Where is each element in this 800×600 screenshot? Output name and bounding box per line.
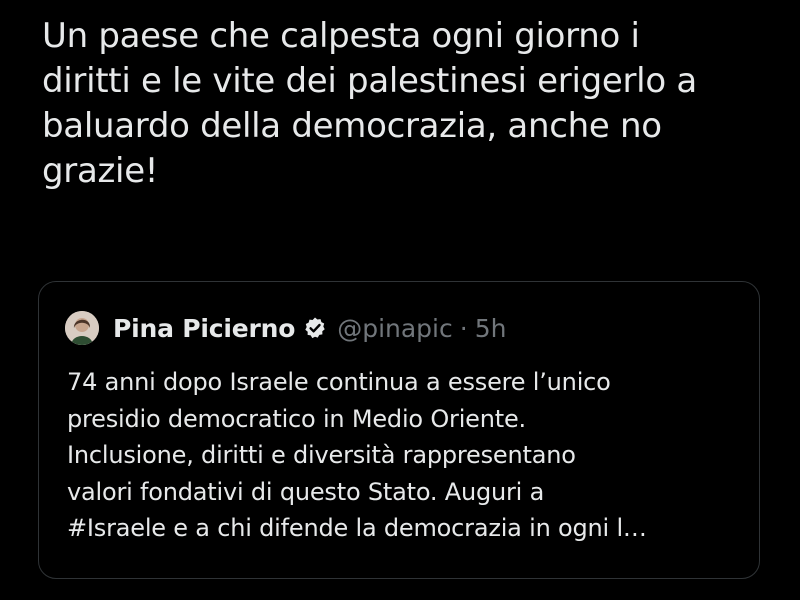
- avatar[interactable]: [65, 311, 99, 345]
- quoted-tweet-text: 74 anni dopo Israele continua a essere l…: [67, 368, 647, 542]
- quoted-tweet-header: Pina Picierno @pinapic · 5h: [65, 308, 506, 348]
- meta-separator: ·: [459, 313, 468, 343]
- quoted-tweet-card[interactable]: Pina Picierno @pinapic · 5h 74 anni dopo…: [38, 281, 760, 579]
- author-name[interactable]: Pina Picierno: [113, 314, 295, 343]
- author-handle[interactable]: @pinapic: [337, 314, 453, 343]
- tweet-text: Un paese che calpesta ogni giorno i diri…: [42, 16, 697, 191]
- tweet-timestamp[interactable]: 5h: [475, 314, 507, 343]
- verified-badge-icon: [303, 316, 327, 340]
